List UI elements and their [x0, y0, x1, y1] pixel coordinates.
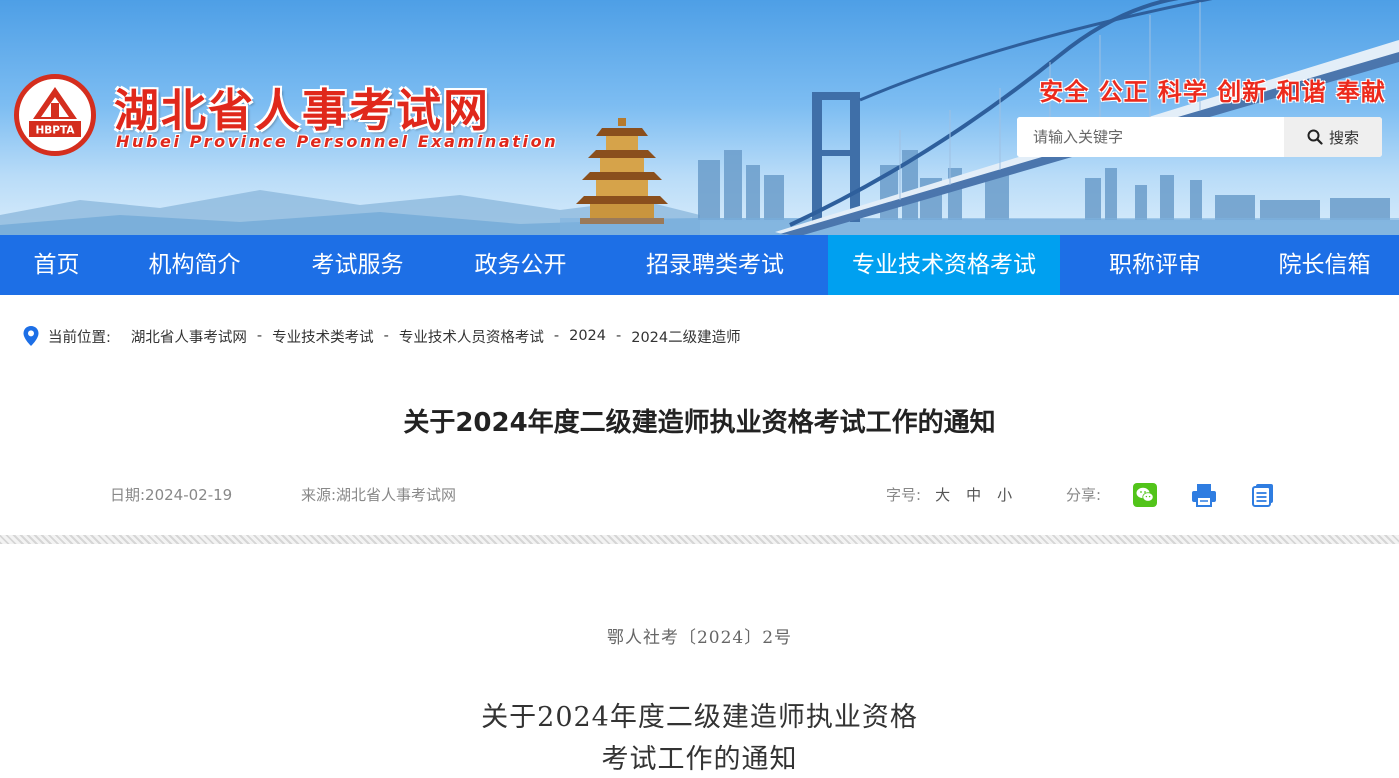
site-name-en: Hubei Province Personnel Examination: [116, 132, 559, 151]
search-button[interactable]: 搜索: [1284, 117, 1382, 157]
logo-text: HBPTA: [36, 125, 76, 137]
nav-home[interactable]: 首页: [0, 235, 113, 295]
document-number: 鄂人社考〔2024〕2号: [606, 628, 793, 648]
nav-about[interactable]: 机构简介: [113, 235, 276, 295]
search-bar: 搜索: [1017, 117, 1382, 157]
share-label: 分享:: [1066, 486, 1102, 504]
breadcrumb: 当前位置: 湖北省人事考试网 - 专业技术类考试 - 专业技术人员资格考试 - …: [22, 325, 741, 347]
font-size-small-button[interactable]: 小: [997, 484, 1012, 505]
document-title-line-1: 关于2024年度二级建造师执业资格: [481, 702, 918, 733]
copy-icon[interactable]: [1251, 483, 1275, 507]
location-pin-icon: [23, 326, 39, 346]
nav-exam-service[interactable]: 考试服务: [276, 235, 439, 295]
breadcrumb-separator: -: [553, 328, 560, 344]
font-size-label: 字号:: [886, 486, 922, 504]
document-title-line-2: 考试工作的通知: [601, 744, 798, 775]
breadcrumb-current[interactable]: 2024二级建造师: [631, 326, 740, 347]
article-title: 关于2024年度二级建造师执业资格考试工作的通知: [403, 408, 996, 438]
wechat-icon[interactable]: [1133, 483, 1157, 507]
nav-title-review[interactable]: 职称评审: [1060, 235, 1250, 295]
breadcrumb-professional-exams[interactable]: 专业技术类考试: [272, 326, 374, 347]
slogan: 安全 公正 科学 创新 和谐 奉献: [1039, 78, 1386, 106]
search-button-label: 搜索: [1328, 128, 1359, 147]
article-date: 日期:2024-02-19: [110, 486, 233, 504]
font-size-controls: 字号: 大 中 小: [886, 484, 1012, 505]
nav-professional-qualification[interactable]: 专业技术资格考试: [828, 235, 1060, 295]
search-icon: [1307, 129, 1323, 145]
search-input[interactable]: [1017, 117, 1284, 157]
breadcrumb-label: 当前位置:: [48, 329, 111, 346]
site-name-cn: 湖北省人事考试网: [114, 84, 491, 137]
content-divider: [0, 535, 1399, 544]
logo-emblem-graphic: HBPTA: [29, 87, 81, 137]
font-size-medium-button[interactable]: 中: [966, 484, 981, 505]
breadcrumb-year[interactable]: 2024: [569, 328, 606, 344]
article-source: 来源:湖北省人事考试网: [301, 486, 457, 504]
breadcrumb-separator: -: [383, 328, 389, 344]
document-title: 关于2024年度二级建造师执业资格 考试工作的通知: [0, 697, 1399, 778]
breadcrumb-home[interactable]: 湖北省人事考试网: [131, 326, 247, 347]
main-nav: 首页 机构简介 考试服务 政务公开 招录聘类考试 专业技术资格考试 职称评审 院…: [0, 235, 1399, 295]
nav-government-affairs[interactable]: 政务公开: [439, 235, 602, 295]
print-icon[interactable]: [1191, 483, 1217, 507]
breadcrumb-separator: -: [616, 328, 622, 344]
breadcrumb-qualification-exams[interactable]: 专业技术人员资格考试: [399, 326, 544, 347]
font-size-large-button[interactable]: 大: [935, 484, 950, 505]
header-banner: HBPTA 湖北省人事考试网 Hubei Province Personnel …: [0, 0, 1399, 235]
logo-emblem: HBPTA: [14, 74, 96, 156]
breadcrumb-separator: -: [256, 328, 263, 344]
nav-recruitment-exams[interactable]: 招录聘类考试: [602, 235, 828, 295]
site-logo[interactable]: HBPTA 湖北省人事考试网 Hubei Province Personnel …: [14, 74, 556, 158]
nav-director-mailbox[interactable]: 院长信箱: [1250, 235, 1399, 295]
